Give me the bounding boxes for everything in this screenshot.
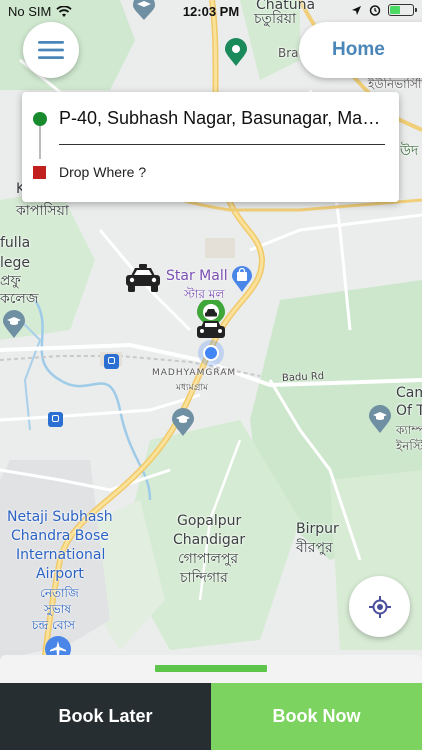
- map-label-gopalpur-1: Gopalpur: [177, 513, 242, 529]
- home-label: Home: [332, 39, 385, 60]
- hamburger-menu-icon: [38, 41, 64, 59]
- map-label-gopalpur-bn-1: গোপালপুর: [178, 551, 239, 567]
- pickup-marker-icon: [33, 112, 47, 126]
- map-label-college-bn: কলেজ: [0, 291, 39, 307]
- graduation-cap-icon[interactable]: [172, 408, 194, 436]
- graduation-cap-icon[interactable]: [3, 310, 25, 338]
- train-icon[interactable]: [48, 412, 63, 427]
- map-label-campus-2: Of T: [396, 403, 422, 419]
- map-label-airport-4: Airport: [36, 566, 84, 582]
- drop-marker-icon: [33, 166, 46, 179]
- current-location-dot-icon: [198, 340, 224, 366]
- map-label-lege: lege: [0, 255, 31, 271]
- address-divider: [59, 144, 385, 145]
- address-card: P-40, Subhash Nagar, Basunagar, Madhyamg…: [22, 92, 399, 202]
- map-label-gopalpur-2: Chandigar: [173, 532, 246, 548]
- booking-buttons: Book Later Book Now: [0, 683, 422, 750]
- home-button[interactable]: Home: [299, 22, 422, 78]
- alarm-icon: [369, 5, 381, 16]
- shopping-bag-icon[interactable]: [232, 266, 252, 292]
- book-later-button[interactable]: Book Later: [0, 683, 211, 750]
- map-pin-icon[interactable]: [225, 38, 247, 66]
- map-label-campus-1: Cam: [396, 385, 422, 401]
- book-now-button[interactable]: Book Now: [211, 683, 422, 750]
- map-label-gopalpur-bn-2: চান্দিগার: [180, 570, 228, 586]
- map-label-airport-bn-3: চন্দ্র বোস: [32, 618, 75, 632]
- map-label-madhyamgram: MADHYAMGRAM: [152, 368, 237, 378]
- location-arrow-icon: [352, 5, 361, 15]
- location-target-icon: [368, 595, 391, 618]
- map-label-kapasia: কাপাসিয়া: [16, 203, 69, 219]
- map-label-star-mall: Star Mall: [166, 268, 228, 284]
- map-label-badu-rd: Badu Rd: [281, 370, 325, 385]
- map-label-birpur-bn: বীরপুর: [296, 540, 333, 556]
- map-label-uda: উদ: [400, 143, 419, 159]
- status-bar: No SIM 12:03 PM: [0, 0, 422, 24]
- taxi-icon[interactable]: [124, 264, 162, 294]
- pickup-address-field[interactable]: P-40, Subhash Nagar, Basunagar, Madhyamg…: [59, 108, 389, 129]
- menu-button[interactable]: [23, 22, 79, 78]
- map-label-fulla: fulla: [0, 235, 31, 251]
- bottom-sheet[interactable]: [0, 655, 422, 683]
- drop-address-field[interactable]: Drop Where ?: [59, 164, 146, 180]
- map-label-prafulla-bn: প্রফু: [0, 273, 21, 289]
- map-label-airport-1: Netaji Subhash: [7, 509, 113, 525]
- map-label-madhyamgram-bn: মধ্যমগ্রাম: [176, 383, 208, 393]
- battery-icon: [388, 4, 417, 16]
- map-label-bra: Bra: [278, 46, 299, 60]
- map-label-birpur: Birpur: [296, 521, 339, 537]
- my-location-button[interactable]: [349, 576, 410, 637]
- map-label-airport-2: Chandra Bose: [11, 528, 109, 544]
- graduation-cap-icon[interactable]: [369, 405, 391, 433]
- route-connector: [39, 126, 41, 159]
- train-icon[interactable]: [104, 354, 119, 369]
- map-label-airport-3: International: [16, 547, 106, 563]
- sheet-drag-handle[interactable]: [155, 665, 267, 672]
- map-label-campus-bn-2: ইনস্টি: [396, 439, 422, 453]
